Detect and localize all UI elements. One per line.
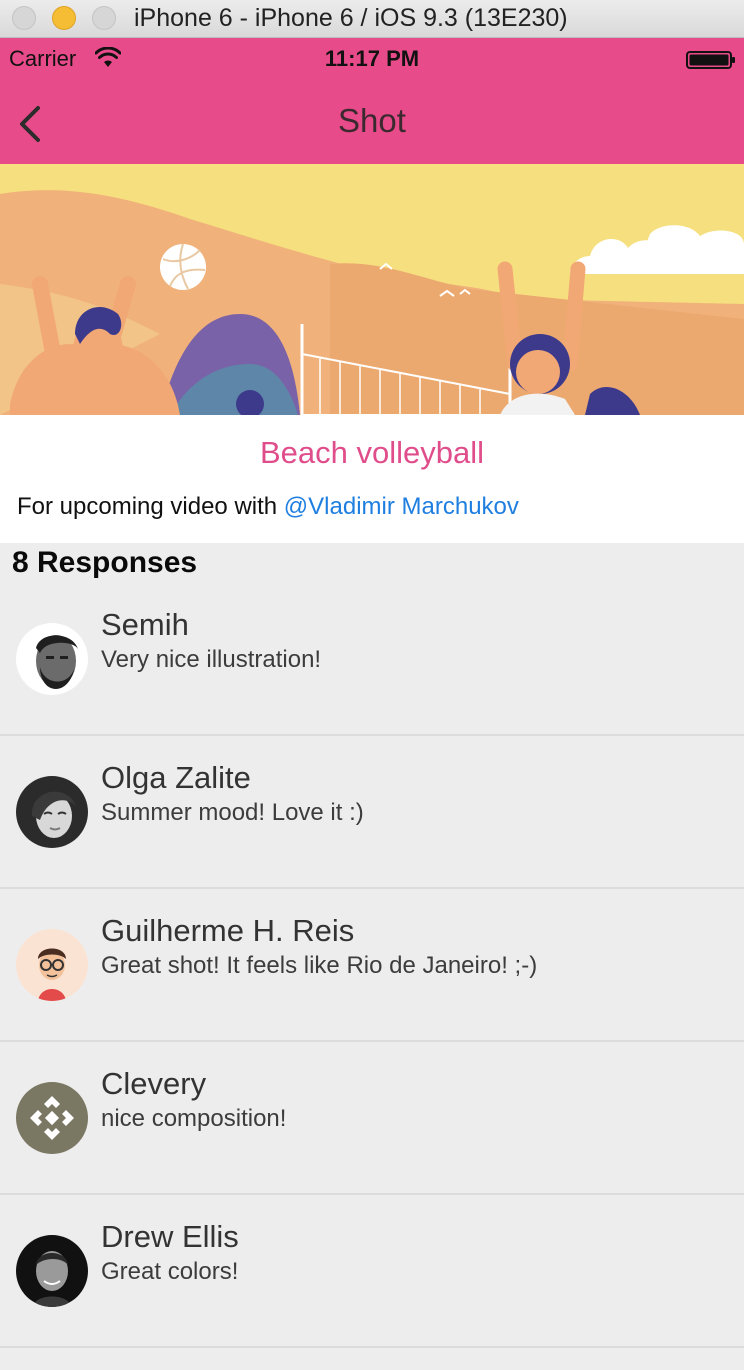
shot-info-card: Beach volleyball For upcoming video with… xyxy=(0,415,744,543)
response-comment: nice composition! xyxy=(101,1105,287,1132)
shot-title: Beach volleyball xyxy=(259,435,485,470)
user-avatar-icon xyxy=(16,776,88,848)
window-maximize-button[interactable] xyxy=(92,6,116,30)
response-author[interactable]: Drew Ellis xyxy=(101,1219,239,1255)
avatar[interactable] xyxy=(16,776,88,848)
responses-list: Semih Very nice illustration! Olga Zalit… xyxy=(0,583,744,1348)
page-title: Shot xyxy=(338,102,406,139)
response-item[interactable]: Semih Very nice illustration! xyxy=(0,583,744,736)
window-close-button[interactable] xyxy=(12,6,36,30)
simulator-window-title: iPhone 6 - iPhone 6 / iOS 9.3 (13E230) xyxy=(134,4,568,32)
shot-image[interactable] xyxy=(0,164,744,415)
status-bar: Carrier 11:17 PM xyxy=(0,38,744,80)
avatar[interactable] xyxy=(16,1082,88,1154)
navigation-bar: Shot xyxy=(0,80,744,164)
response-comment: Very nice illustration! xyxy=(101,646,322,673)
response-item[interactable]: Clevery nice composition! xyxy=(0,1042,744,1195)
battery-icon xyxy=(686,51,735,69)
brand-logo-icon xyxy=(16,1082,88,1154)
simulator-titlebar: iPhone 6 - iPhone 6 / iOS 9.3 (13E230) xyxy=(0,0,744,38)
user-avatar-icon xyxy=(16,929,88,1001)
window-minimize-button[interactable] xyxy=(52,6,76,30)
response-comment: Great shot! It feels like Rio de Janeiro… xyxy=(101,952,538,979)
user-avatar-icon xyxy=(16,623,88,695)
response-item[interactable]: Guilherme H. Reis Great shot! It feels l… xyxy=(0,889,744,1042)
response-item[interactable]: Olga Zalite Summer mood! Love it :) xyxy=(0,736,744,889)
beach-volleyball-illustration xyxy=(0,164,744,415)
response-comment: Summer mood! Love it :) xyxy=(101,799,364,826)
response-author[interactable]: Olga Zalite xyxy=(101,760,251,796)
avatar[interactable] xyxy=(16,929,88,1001)
shot-description: For upcoming video with @Vladimir Marchu… xyxy=(17,493,519,521)
response-author[interactable]: Guilherme H. Reis xyxy=(101,913,354,949)
response-comment: Great colors! xyxy=(101,1258,239,1285)
avatar[interactable] xyxy=(16,623,88,695)
avatar[interactable] xyxy=(16,1235,88,1307)
shot-description-text: For upcoming video with xyxy=(17,493,284,520)
response-author[interactable]: Clevery xyxy=(101,1066,206,1102)
responses-heading: 8 Responses xyxy=(12,546,198,579)
response-author[interactable]: Semih xyxy=(101,607,189,643)
response-item[interactable]: Drew Ellis Great colors! xyxy=(0,1195,744,1348)
mention-link[interactable]: @Vladimir Marchukov xyxy=(284,493,519,520)
user-avatar-icon xyxy=(16,1235,88,1307)
status-time: 11:17 PM xyxy=(324,46,420,71)
